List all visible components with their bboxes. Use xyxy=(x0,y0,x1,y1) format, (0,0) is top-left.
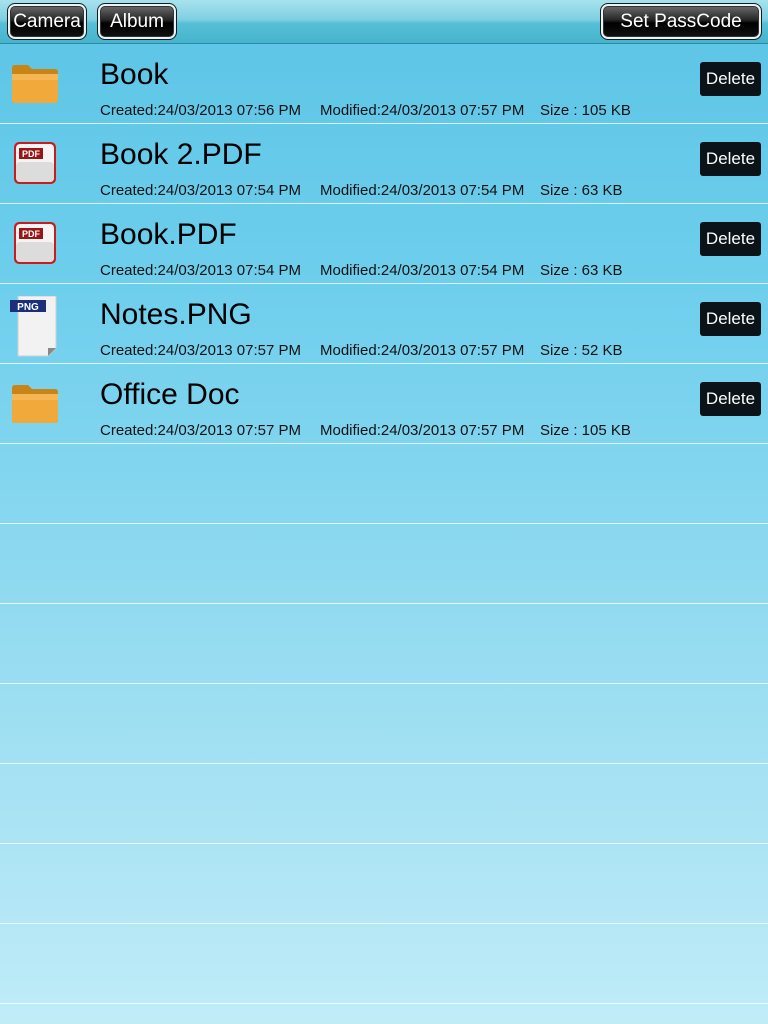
file-size: Size : 105 KB xyxy=(540,422,631,439)
set-passcode-button[interactable]: Set PassCode xyxy=(600,3,762,40)
modified-date: Modified:24/03/2013 07:57 PM xyxy=(320,102,525,119)
pdf-badge-text: PDF xyxy=(22,229,41,239)
delete-button[interactable]: Delete xyxy=(700,382,761,416)
file-size: Size : 63 KB xyxy=(540,182,623,199)
created-date: Created:24/03/2013 07:54 PM xyxy=(100,262,301,279)
file-list: Book Created:24/03/2013 07:56 PM Modified:… xyxy=(0,44,768,1004)
png-file-icon: PNG xyxy=(10,295,60,358)
created-date: Created:24/03/2013 07:57 PM xyxy=(100,342,301,359)
file-row[interactable]: Book Created:24/03/2013 07:56 PM Modified:… xyxy=(0,44,768,124)
file-row[interactable]: PDF Book 2.PDF Created:24/03/2013 07:54 PM… xyxy=(0,124,768,204)
pdf-file-icon: PDF xyxy=(10,220,60,266)
delete-button[interactable]: Delete xyxy=(700,62,761,96)
empty-row xyxy=(0,924,768,1004)
file-name: Notes.PNG xyxy=(100,298,252,331)
created-date: Created:24/03/2013 07:56 PM xyxy=(100,102,301,119)
empty-row xyxy=(0,844,768,924)
empty-row xyxy=(0,444,768,524)
delete-button[interactable]: Delete xyxy=(700,142,761,176)
modified-date: Modified:24/03/2013 07:54 PM xyxy=(320,262,525,279)
modified-date: Modified:24/03/2013 07:57 PM xyxy=(320,342,525,359)
folder-icon xyxy=(10,380,60,426)
empty-row xyxy=(0,684,768,764)
pdf-file-icon: PDF xyxy=(10,140,60,186)
modified-date: Modified:24/03/2013 07:57 PM xyxy=(320,422,525,439)
file-size: Size : 52 KB xyxy=(540,342,623,359)
file-row[interactable]: PDF Book.PDF Created:24/03/2013 07:54 PM Mo… xyxy=(0,204,768,284)
created-date: Created:24/03/2013 07:54 PM xyxy=(100,182,301,199)
file-size: Size : 105 KB xyxy=(540,102,631,119)
pdf-badge-text: PDF xyxy=(22,149,41,159)
album-button[interactable]: Album xyxy=(97,3,177,40)
delete-button[interactable]: Delete xyxy=(700,302,761,336)
file-name: Book.PDF xyxy=(100,218,237,251)
png-badge-text: PNG xyxy=(17,302,39,313)
file-name: Book 2.PDF xyxy=(100,138,262,171)
empty-row xyxy=(0,764,768,844)
modified-date: Modified:24/03/2013 07:54 PM xyxy=(320,182,525,199)
file-name: Book xyxy=(100,58,169,91)
created-date: Created:24/03/2013 07:57 PM xyxy=(100,422,301,439)
folder-icon xyxy=(10,60,60,106)
top-toolbar: Camera Album Set PassCode xyxy=(0,0,768,44)
file-row[interactable]: Office Doc Created:24/03/2013 07:57 PM Mod… xyxy=(0,364,768,444)
empty-row xyxy=(0,524,768,604)
camera-button[interactable]: Camera xyxy=(7,3,87,40)
file-size: Size : 63 KB xyxy=(540,262,623,279)
file-row[interactable]: PNG Notes.PNG Created:24/03/2013 07:57 PM M… xyxy=(0,284,768,364)
file-name: Office Doc xyxy=(100,378,240,411)
delete-button[interactable]: Delete xyxy=(700,222,761,256)
empty-row xyxy=(0,604,768,684)
